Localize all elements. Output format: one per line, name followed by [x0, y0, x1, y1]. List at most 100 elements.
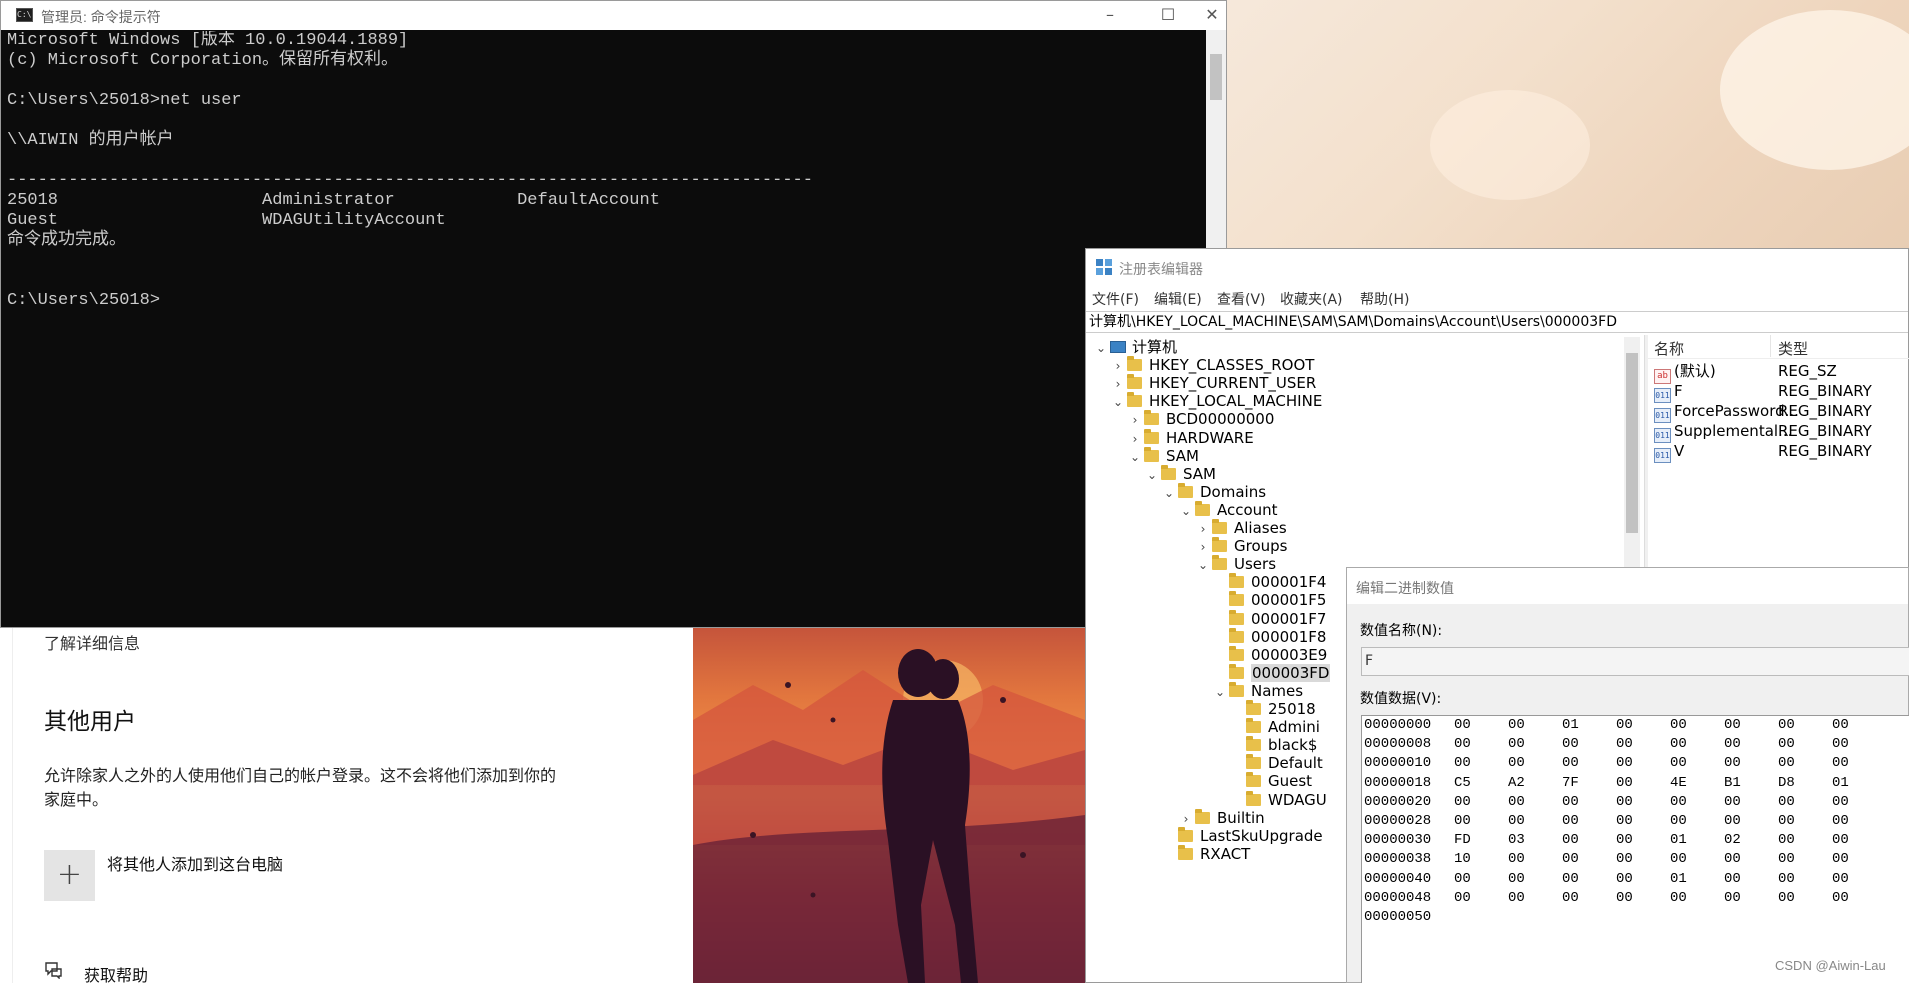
address-bar[interactable]: 计算机\HKEY_LOCAL_MACHINE\SAM\SAM\Domains\A… [1086, 311, 1908, 333]
hex-byte[interactable]: 00 [1616, 716, 1670, 735]
get-help-link[interactable]: 获取帮助 [84, 962, 148, 983]
hex-byte[interactable]: 00 [1724, 889, 1778, 908]
hex-row[interactable]: 00000040 00 00 00 00 01 00 00 00 [1364, 870, 1886, 889]
cmd-titlebar[interactable]: C:\ 管理员: 命令提示符 – ☐ ✕ [1, 1, 1226, 30]
hex-byte[interactable]: 03 [1508, 831, 1562, 850]
hex-byte[interactable]: 7F [1562, 774, 1616, 793]
learn-more-link[interactable]: 了解详细信息 [44, 630, 140, 654]
hex-byte[interactable]: 00 [1562, 793, 1616, 812]
chevron-down-icon[interactable]: ⌄ [1143, 464, 1161, 486]
hex-row[interactable]: 00000008 00 00 00 00 00 00 00 00 [1364, 735, 1886, 754]
hex-byte[interactable]: 10 [1454, 850, 1508, 869]
hex-byte[interactable]: 00 [1454, 870, 1508, 889]
menu-favorites[interactable]: 收藏夹(A) [1280, 289, 1343, 309]
hex-byte[interactable]: 00 [1778, 812, 1832, 831]
hex-byte[interactable]: 00 [1562, 870, 1616, 889]
hex-byte[interactable]: 00 [1454, 793, 1508, 812]
hex-byte[interactable]: 00 [1670, 889, 1724, 908]
hex-byte[interactable]: 00 [1724, 754, 1778, 773]
hex-byte[interactable]: 00 [1724, 812, 1778, 831]
hex-byte[interactable]: 00 [1508, 716, 1562, 735]
hex-byte[interactable]: D8 [1778, 774, 1832, 793]
column-type-header[interactable]: 类型 [1778, 338, 1808, 359]
tree-scrollbar-thumb[interactable] [1626, 353, 1638, 533]
hex-byte[interactable]: 00 [1562, 812, 1616, 831]
maximize-button[interactable]: ☐ [1139, 1, 1197, 30]
hex-row[interactable]: 00000000 00 00 01 00 00 00 00 00 [1364, 716, 1886, 735]
hex-byte[interactable]: 00 [1832, 850, 1886, 869]
hex-byte[interactable]: C5 [1454, 774, 1508, 793]
menu-view[interactable]: 查看(V) [1217, 289, 1266, 309]
hex-byte[interactable]: 00 [1832, 716, 1886, 735]
tree-node[interactable]: RXACT [1160, 843, 1250, 865]
hex-byte[interactable]: 00 [1616, 831, 1670, 850]
hex-byte[interactable]: 00 [1508, 850, 1562, 869]
column-name-header[interactable]: 名称 [1654, 338, 1684, 359]
hex-byte[interactable]: 00 [1832, 793, 1886, 812]
close-button[interactable]: ✕ [1197, 1, 1227, 30]
hex-byte[interactable]: 00 [1724, 716, 1778, 735]
hex-byte[interactable]: 00 [1724, 793, 1778, 812]
hex-byte[interactable]: 00 [1508, 812, 1562, 831]
hex-byte[interactable]: 01 [1562, 716, 1616, 735]
hex-byte[interactable]: 00 [1778, 870, 1832, 889]
hex-editor[interactable]: 00000000 00 00 01 00 00 00 00 00 00000008 00 00 00 00… [1361, 715, 1909, 983]
cmd-scrollbar-thumb[interactable] [1210, 54, 1222, 100]
hex-byte[interactable]: 00 [1778, 793, 1832, 812]
hex-row[interactable]: 00000048 00 00 00 00 00 00 00 00 [1364, 889, 1886, 908]
hex-byte[interactable]: 00 [1670, 850, 1724, 869]
hex-byte[interactable]: 02 [1724, 831, 1778, 850]
hex-byte[interactable]: 00 [1616, 812, 1670, 831]
hex-byte[interactable]: 00 [1562, 754, 1616, 773]
hex-byte[interactable]: 00 [1670, 735, 1724, 754]
hex-byte[interactable]: 00 [1616, 793, 1670, 812]
hex-byte[interactable]: 00 [1832, 812, 1886, 831]
hex-byte[interactable]: 00 [1616, 735, 1670, 754]
hex-row[interactable]: 00000030 FD 03 00 00 01 02 00 00 [1364, 831, 1886, 850]
terminal-output[interactable]: Microsoft Windows [版本 10.0.19044.1889] (c… [7, 31, 1202, 627]
menu-edit[interactable]: 编辑(E) [1154, 289, 1202, 309]
value-row[interactable]: 011 V REG_BINARY [1654, 439, 1909, 463]
hex-row[interactable]: 00000038 10 00 00 00 00 00 00 00 [1364, 850, 1886, 869]
hex-byte[interactable]: 00 [1616, 870, 1670, 889]
chevron-down-icon[interactable]: ⌄ [1092, 337, 1110, 359]
hex-byte[interactable]: 00 [1778, 831, 1832, 850]
hex-byte[interactable]: 01 [1670, 831, 1724, 850]
hex-byte[interactable]: 00 [1562, 831, 1616, 850]
hex-byte[interactable]: 00 [1832, 889, 1886, 908]
hex-byte[interactable]: 00 [1508, 754, 1562, 773]
hex-byte[interactable]: 00 [1832, 754, 1886, 773]
hex-byte[interactable]: 00 [1724, 870, 1778, 889]
chevron-down-icon[interactable]: ⌄ [1160, 482, 1178, 504]
hex-byte[interactable]: 00 [1832, 831, 1886, 850]
hex-byte[interactable]: 00 [1616, 850, 1670, 869]
value-name-field[interactable]: F [1361, 647, 1909, 676]
hex-byte[interactable]: 00 [1616, 774, 1670, 793]
hex-byte[interactable]: 00 [1778, 754, 1832, 773]
chevron-down-icon[interactable]: ⌄ [1109, 391, 1127, 413]
hex-byte[interactable]: 00 [1562, 850, 1616, 869]
hex-byte[interactable]: 00 [1778, 850, 1832, 869]
chevron-down-icon[interactable]: ⌄ [1126, 446, 1144, 468]
hex-byte[interactable]: 00 [1562, 889, 1616, 908]
hex-byte[interactable]: 00 [1778, 889, 1832, 908]
menu-help[interactable]: 帮助(H) [1360, 289, 1409, 309]
hex-byte[interactable]: 01 [1670, 870, 1724, 889]
hex-byte[interactable]: 00 [1454, 735, 1508, 754]
hex-byte[interactable]: 00 [1670, 716, 1724, 735]
hex-byte[interactable]: 00 [1616, 889, 1670, 908]
hex-byte[interactable]: 00 [1454, 754, 1508, 773]
hex-row[interactable]: 00000020 00 00 00 00 00 00 00 00 [1364, 793, 1886, 812]
hex-row[interactable]: 00000010 00 00 00 00 00 00 00 00 [1364, 754, 1886, 773]
hex-byte[interactable]: B1 [1724, 774, 1778, 793]
hex-byte[interactable]: 00 [1454, 889, 1508, 908]
regedit-titlebar[interactable]: 注册表编辑器 [1086, 249, 1908, 285]
hex-byte[interactable]: 00 [1616, 754, 1670, 773]
add-user-button[interactable]: + [44, 850, 95, 901]
hex-byte[interactable]: 4E [1670, 774, 1724, 793]
hex-byte[interactable]: 00 [1670, 812, 1724, 831]
hex-byte[interactable]: 00 [1670, 754, 1724, 773]
chevron-down-icon[interactable]: ⌄ [1211, 681, 1229, 703]
chevron-down-icon[interactable]: ⌄ [1177, 500, 1195, 522]
hex-byte[interactable]: 01 [1832, 774, 1886, 793]
